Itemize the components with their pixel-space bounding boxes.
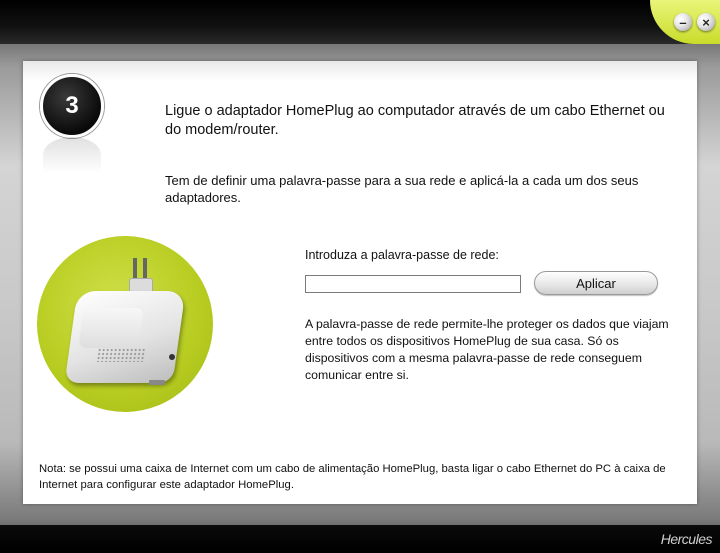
footer-bar: Hercules: [0, 525, 720, 553]
close-icon: ×: [702, 14, 710, 30]
plug-prong: [133, 258, 137, 280]
step-badge-reflection: [43, 137, 101, 173]
plug-prong: [143, 258, 147, 280]
adapter-vent-grille: [96, 348, 146, 362]
note-text: Nota: se possui uma caixa de Internet co…: [39, 463, 666, 491]
title-bar: – ×: [0, 0, 720, 44]
apply-button[interactable]: Aplicar: [534, 271, 658, 295]
adapter-face: [78, 308, 144, 348]
network-password-input[interactable]: [305, 275, 521, 293]
close-button[interactable]: ×: [697, 13, 715, 31]
step-number-badge: 3: [40, 74, 104, 138]
minimize-icon: –: [679, 14, 687, 30]
password-info-text: A palavra-passe de rede permite-lhe prot…: [305, 317, 669, 382]
adapter-indicator-light: [169, 354, 175, 360]
instruction-subtitle: Tem de definir uma palavra-passe para a …: [165, 173, 639, 205]
hercules-logo: Hercules: [660, 531, 713, 547]
content-panel: 3 Ligue o adaptador HomePlug ao computad…: [23, 61, 697, 504]
adapter-port: [149, 380, 165, 385]
password-label: Introduza a palavra-passe de rede:: [305, 248, 499, 262]
instruction-title: Ligue o adaptador HomePlug ao computador…: [165, 103, 665, 138]
homeplug-adapter-icon: [37, 236, 213, 412]
step-number: 3: [65, 92, 79, 119]
minimize-button[interactable]: –: [674, 13, 692, 31]
panel-header: [23, 61, 697, 81]
